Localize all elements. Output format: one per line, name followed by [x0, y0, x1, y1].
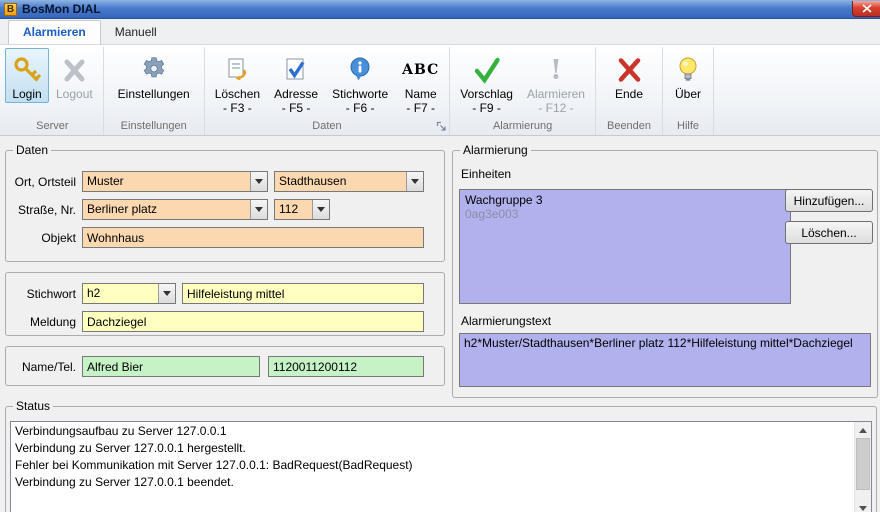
- dropdown-arrow-icon[interactable]: [250, 172, 267, 191]
- name-tel-label: Name/Tel.: [12, 360, 76, 374]
- unit-name: Wachgruppe 3: [465, 193, 785, 207]
- titlebar[interactable]: B BosMon DIAL: [0, 0, 880, 19]
- ribbon-group-hilfe: Über Hilfe: [663, 47, 714, 135]
- close-icon: [862, 4, 872, 13]
- lightbulb-icon: [676, 53, 700, 87]
- dropdown-arrow-icon[interactable]: [406, 172, 423, 191]
- name-f7-button[interactable]: ABC Name - F7 -: [395, 48, 446, 117]
- clear-form-icon: [223, 53, 251, 87]
- name-tel-groupbox: Name/Tel.: [5, 346, 445, 386]
- meldung-field[interactable]: [82, 311, 424, 332]
- ribbon-group-beenden: Ende Beenden: [596, 47, 663, 135]
- ueber-button[interactable]: Über: [666, 48, 710, 103]
- ribbon-tab-row: Alarmieren Manuell: [0, 19, 880, 45]
- telefon-field[interactable]: [268, 356, 424, 377]
- einstellungen-button[interactable]: Einstellungen: [107, 48, 201, 103]
- strasse-combobox[interactable]: Berliner platz: [82, 199, 268, 220]
- ribbon-group-alarmierung: Vorschlag - F9 - ! Alarmieren - F12 - Al…: [450, 47, 596, 135]
- app-logo-icon: B: [4, 3, 17, 16]
- info-icon: [347, 53, 373, 87]
- ribbon-group-daten: Löschen - F3 - Adresse - F5 -: [205, 47, 451, 135]
- hinzufuegen-button[interactable]: Hinzufügen...: [785, 189, 873, 212]
- scroll-down-icon[interactable]: [855, 500, 871, 512]
- key-icon: [12, 53, 42, 87]
- scroll-up-icon[interactable]: [855, 422, 871, 438]
- alarmierung-groupbox: Alarmierung Einheiten Wachgruppe 3 0ag3e…: [452, 150, 878, 398]
- dropdown-arrow-icon[interactable]: [312, 200, 329, 219]
- tab-alarmieren[interactable]: Alarmieren: [8, 20, 101, 44]
- status-list: Verbindungsaufbau zu Server 127.0.0.1 Ve…: [10, 421, 872, 512]
- address-check-icon: [282, 53, 310, 87]
- objekt-field[interactable]: [82, 227, 424, 248]
- ortsteil-combobox[interactable]: Stadthausen: [274, 171, 424, 192]
- ribbon-group-label-hilfe: Hilfe: [666, 119, 710, 135]
- alarmierung-groupbox-label: Alarmierung: [460, 143, 531, 157]
- abc-icon: ABC: [402, 62, 439, 78]
- meldung-label: Meldung: [12, 315, 76, 329]
- einheiten-listbox[interactable]: Wachgruppe 3 0ag3e003: [459, 189, 791, 304]
- ort-value: Muster: [83, 172, 250, 191]
- red-x-icon: [614, 53, 644, 87]
- unit-code: 0ag3e003: [465, 207, 785, 221]
- einheit-loeschen-button[interactable]: Löschen...: [785, 221, 873, 244]
- stichwort-label: Stichwort: [12, 287, 76, 301]
- einheiten-label: Einheiten: [461, 167, 511, 181]
- ort-combobox[interactable]: Muster: [82, 171, 268, 192]
- gear-icon: [139, 53, 169, 87]
- stichwort-value: h2: [83, 284, 158, 303]
- daten-groupbox: Daten Ort, Ortsteil Muster Stadthausen S…: [5, 150, 445, 262]
- stichwort-text-field[interactable]: [182, 283, 424, 304]
- green-check-icon: [472, 53, 502, 87]
- ribbon-group-label-alarmierung: Alarmierung: [453, 119, 592, 135]
- ribbon-group-label-einstellungen: Einstellungen: [107, 119, 201, 135]
- ende-button[interactable]: Ende: [607, 48, 651, 103]
- hausnummer-value: 112: [275, 200, 312, 219]
- hausnummer-combobox[interactable]: 112: [274, 199, 330, 220]
- name-field[interactable]: [82, 356, 260, 377]
- status-message[interactable]: Verbindungsaufbau zu Server 127.0.0.1: [11, 422, 871, 439]
- ribbon-group-label-beenden: Beenden: [599, 119, 659, 135]
- status-message[interactable]: Fehler bei Kommunikation mit Server 127.…: [11, 456, 871, 473]
- status-message[interactable]: Verbindung zu Server 127.0.0.1 beendet.: [11, 473, 871, 490]
- loeschen-f3-button[interactable]: Löschen - F3 -: [208, 48, 267, 117]
- status-groupbox-label: Status: [13, 399, 53, 413]
- login-button[interactable]: Login: [5, 48, 49, 103]
- status-groupbox: Status Verbindungsaufbau zu Server 127.0…: [5, 406, 877, 512]
- dropdown-arrow-icon[interactable]: [158, 284, 175, 303]
- ribbon-group-label-daten: Daten: [208, 119, 447, 135]
- ortsteil-value: Stadthausen: [275, 172, 406, 191]
- strasse-value: Berliner platz: [83, 200, 250, 219]
- scroll-track[interactable]: [855, 490, 871, 500]
- objekt-label: Objekt: [12, 231, 76, 245]
- ribbon-group-server: Login Logout Server: [2, 47, 104, 135]
- status-scrollbar[interactable]: [854, 422, 871, 512]
- daten-dialog-launcher-icon[interactable]: [436, 121, 447, 132]
- tab-manuell[interactable]: Manuell: [101, 21, 171, 44]
- einheiten-list-item[interactable]: Wachgruppe 3 0ag3e003: [465, 193, 785, 221]
- daten-groupbox-label: Daten: [13, 143, 51, 157]
- dropdown-arrow-icon[interactable]: [250, 200, 267, 219]
- ribbon-group-einstellungen: Einstellungen Einstellungen: [104, 47, 205, 135]
- strasse-label: Straße, Nr.: [12, 203, 76, 217]
- stichwort-combobox[interactable]: h2: [82, 283, 176, 304]
- vorschlag-f9-button[interactable]: Vorschlag - F9 -: [453, 48, 520, 117]
- alarmierungstext-label: Alarmierungstext: [461, 314, 551, 328]
- ribbon: Login Logout Server Einstellungen: [0, 45, 880, 136]
- alarmieren-f12-button: ! Alarmieren - F12 -: [520, 48, 592, 117]
- adresse-f5-button[interactable]: Adresse - F5 -: [267, 48, 325, 117]
- close-button[interactable]: [852, 1, 880, 17]
- ort-label: Ort, Ortsteil: [12, 175, 76, 189]
- logout-button: Logout: [49, 48, 100, 103]
- ribbon-group-label-server: Server: [5, 119, 100, 135]
- status-message[interactable]: Verbindung zu Server 127.0.0.1 hergestel…: [11, 439, 871, 456]
- stichworte-f6-button[interactable]: Stichworte - F6 -: [325, 48, 395, 117]
- window-title: BosMon DIAL: [22, 2, 101, 16]
- logout-x-icon: [60, 53, 88, 87]
- scroll-thumb[interactable]: [856, 438, 870, 490]
- exclamation-icon: !: [550, 55, 562, 86]
- alarmierungstext-field[interactable]: h2*Muster/Stadthausen*Berliner platz 112…: [459, 333, 871, 387]
- stichwort-groupbox: Stichwort h2 Meldung: [5, 272, 445, 336]
